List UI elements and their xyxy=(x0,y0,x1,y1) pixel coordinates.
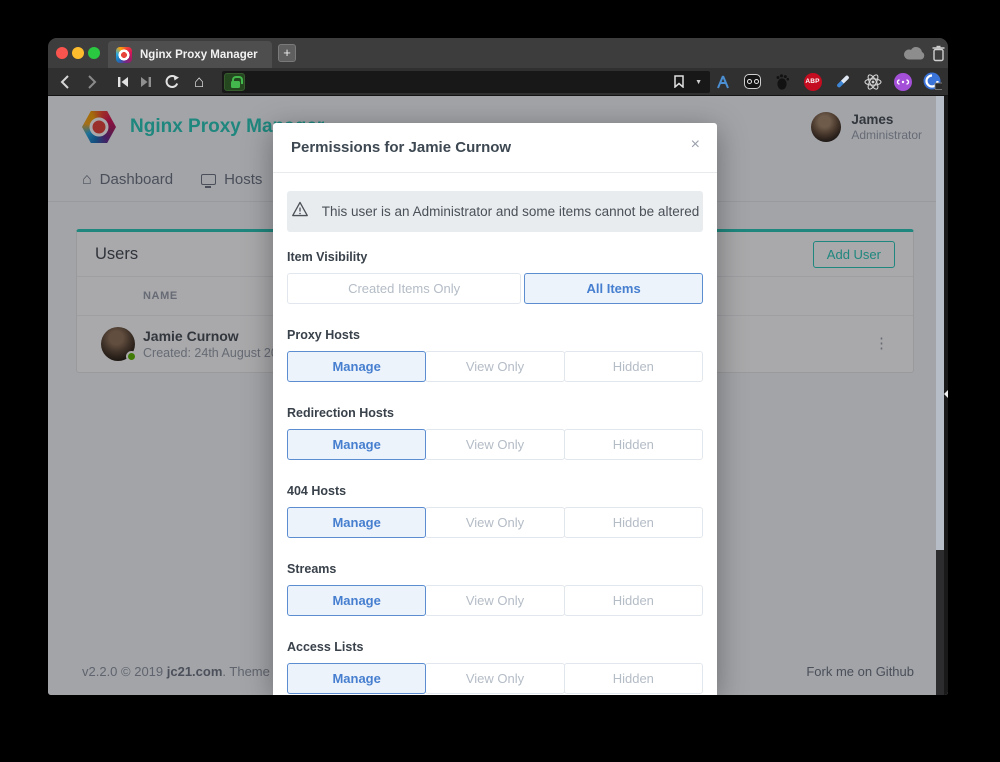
proxy-hosts-view-only-button[interactable]: View Only xyxy=(425,351,564,382)
access-lists-view-only-button[interactable]: View Only xyxy=(425,663,564,694)
proxy-hosts-manage-button[interactable]: Manage xyxy=(287,351,426,382)
new-tab-button[interactable]: + xyxy=(278,44,296,62)
warning-triangle-icon xyxy=(291,201,309,222)
redirection-hosts-hidden-button[interactable]: Hidden xyxy=(564,429,703,460)
forward-icon[interactable] xyxy=(87,68,98,95)
redirection-hosts-label: Redirection Hosts xyxy=(287,406,703,420)
streams-hidden-button[interactable]: Hidden xyxy=(564,585,703,616)
sync-lock-extension-icon[interactable] xyxy=(923,72,942,91)
back-icon[interactable] xyxy=(59,68,70,95)
goggles-extension-icon[interactable] xyxy=(743,72,762,91)
browser-tab[interactable]: Nginx Proxy Manager xyxy=(108,41,272,68)
desktop: Nginx Proxy Manager + ⌂ xyxy=(0,0,1000,762)
modal-title: Permissions for Jamie Curnow xyxy=(291,139,511,156)
close-icon[interactable]: × xyxy=(691,137,700,153)
bookmark-caret-icon[interactable]: ▼ xyxy=(695,79,702,86)
npm-favicon-icon xyxy=(116,47,132,63)
redirection-hosts-manage-button[interactable]: Manage xyxy=(287,429,426,460)
browser-tab-bar: Nginx Proxy Manager + xyxy=(48,38,948,68)
panel-toggle-icon[interactable] xyxy=(944,390,948,398)
404-hosts-label: 404 Hosts xyxy=(287,484,703,498)
streams-manage-button[interactable]: Manage xyxy=(287,585,426,616)
admin-warning-banner: This user is an Administrator and some i… xyxy=(287,191,703,232)
home-icon[interactable]: ⌂ xyxy=(194,68,204,95)
atom-extension-icon[interactable] xyxy=(863,72,882,91)
https-lock-icon[interactable] xyxy=(224,73,245,91)
gnome-foot-extension-icon[interactable] xyxy=(773,72,792,91)
close-window-button[interactable] xyxy=(56,47,68,59)
404-hosts-view-only-button[interactable]: View Only xyxy=(425,507,564,538)
sync-cloud-icon[interactable] xyxy=(903,46,927,65)
maximize-window-button[interactable] xyxy=(88,47,100,59)
fast-forward-icon[interactable] xyxy=(140,68,152,95)
warning-text: This user is an Administrator and some i… xyxy=(322,204,699,219)
404-hosts-manage-button[interactable]: Manage xyxy=(287,507,426,538)
rewind-icon[interactable] xyxy=(117,68,129,95)
permissions-modal: Permissions for Jamie Curnow × This user… xyxy=(273,123,717,695)
tab-title: Nginx Proxy Manager xyxy=(140,49,258,61)
404-hosts-group: Manage View Only Hidden xyxy=(287,507,703,538)
item-visibility-group: Created Items Only All Items xyxy=(287,273,703,304)
access-lists-hidden-button[interactable]: Hidden xyxy=(564,663,703,694)
adblock-plus-extension-icon[interactable]: ABP xyxy=(803,72,822,91)
404-hosts-hidden-button[interactable]: Hidden xyxy=(564,507,703,538)
scrollbar-thumb[interactable] xyxy=(936,96,944,550)
access-lists-label: Access Lists xyxy=(287,640,703,654)
proxy-hosts-group: Manage View Only Hidden xyxy=(287,351,703,382)
streams-label: Streams xyxy=(287,562,703,576)
browser-toolbar: ⌂ ▼ ABP xyxy=(48,68,948,96)
redirection-hosts-group: Manage View Only Hidden xyxy=(287,429,703,460)
access-lists-group: Manage View Only Hidden xyxy=(287,663,703,694)
streams-view-only-button[interactable]: View Only xyxy=(425,585,564,616)
bookmark-icon[interactable] xyxy=(674,75,684,93)
proxy-fork-extension-icon[interactable] xyxy=(713,72,732,91)
proxy-hosts-label: Proxy Hosts xyxy=(287,328,703,342)
purple-app-extension-icon[interactable] xyxy=(893,72,912,91)
created-items-only-button[interactable]: Created Items Only xyxy=(287,273,521,304)
pen-extension-icon[interactable] xyxy=(833,72,852,91)
redirection-hosts-view-only-button[interactable]: View Only xyxy=(425,429,564,460)
page-content: Nginx Proxy Manager James Administrator … xyxy=(48,96,948,695)
streams-group: Manage View Only Hidden xyxy=(287,585,703,616)
reload-icon[interactable] xyxy=(164,68,180,95)
address-bar[interactable]: ▼ xyxy=(222,71,710,93)
minimize-window-button[interactable] xyxy=(72,47,84,59)
browser-window: Nginx Proxy Manager + ⌂ xyxy=(48,38,948,695)
proxy-hosts-hidden-button[interactable]: Hidden xyxy=(564,351,703,382)
all-items-button[interactable]: All Items xyxy=(524,273,703,304)
trash-icon[interactable] xyxy=(932,45,945,67)
access-lists-manage-button[interactable]: Manage xyxy=(287,663,426,694)
item-visibility-label: Item Visibility xyxy=(287,250,703,264)
